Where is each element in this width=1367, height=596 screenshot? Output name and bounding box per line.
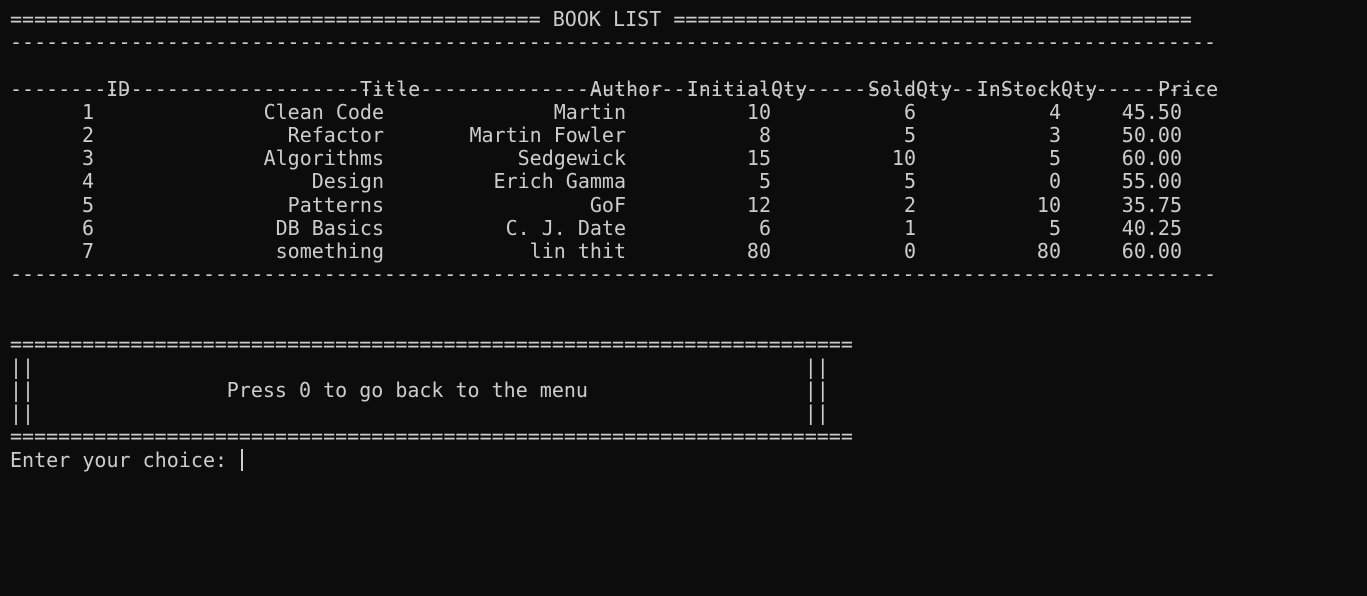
cell-author: C. J. Date	[505, 215, 626, 240]
cell-title: Patterns	[287, 192, 384, 217]
choice-prompt[interactable]: Enter your choice:	[10, 447, 1367, 472]
choice-prompt-label: Enter your choice:	[10, 447, 240, 472]
cell-initial-qty: 80	[746, 238, 771, 263]
book-list-title-line: ========================================…	[10, 7, 1192, 31]
cell-price: 55.00	[1121, 169, 1182, 194]
cell-in-stock-qty: 0	[1048, 169, 1061, 194]
cell-price: 50.00	[1121, 122, 1182, 147]
cell-sold-qty: 1	[903, 215, 916, 240]
cell-author: Martin	[553, 99, 626, 124]
cell-sold-qty: 5	[903, 122, 916, 147]
cell-title: something	[275, 238, 384, 263]
table-row: 1 Clean Code Martin 10 6 4 45.50	[10, 99, 1367, 124]
cell-in-stock-qty: 4	[1048, 99, 1061, 124]
cell-title: Algorithms	[263, 146, 384, 171]
cell-price: 40.25	[1121, 215, 1182, 240]
cell-sold-qty: 2	[903, 192, 916, 217]
table-row: 6 DB Basics C. J. Date 6 1 5 40.25	[10, 215, 1367, 240]
cell-price: 60.00	[1121, 238, 1182, 263]
cell-author: Martin Fowler	[469, 122, 626, 147]
cell-id: 4	[81, 169, 94, 194]
table-top-divider: ----------------------------------------…	[10, 30, 1217, 55]
table-row: 4 Design Erich Gamma 5 5 0 55.00	[10, 170, 1367, 193]
cell-id: 6	[81, 215, 94, 240]
terminal-window[interactable]: ========================================…	[0, 0, 1367, 596]
table-row: 7 something lin thit 80 0 80 60.00	[10, 238, 1367, 263]
cell-title: Clean Code	[263, 99, 384, 124]
cell-price: 35.75	[1121, 192, 1182, 217]
cell-in-stock-qty: 80	[1036, 238, 1061, 263]
menu-box-top-border: ========================================…	[10, 331, 853, 356]
cell-initial-qty: 15	[746, 146, 771, 171]
menu-box: ========================================…	[10, 331, 1367, 449]
cell-author: Sedgewick	[517, 146, 626, 171]
cell-id: 2	[81, 122, 94, 147]
cell-sold-qty: 10	[891, 146, 916, 171]
cell-in-stock-qty: 3	[1048, 122, 1061, 147]
menu-box-message: || Press 0 to go back to the menu ||	[10, 378, 829, 402]
cell-title: DB Basics	[275, 215, 384, 240]
cell-sold-qty: 0	[903, 238, 916, 263]
cell-initial-qty: 5	[758, 169, 771, 194]
cell-author: GoF	[589, 192, 626, 217]
cell-initial-qty: 8	[758, 122, 771, 147]
cell-id: 5	[81, 192, 94, 217]
cell-price: 45.50	[1121, 99, 1182, 124]
cell-price: 60.00	[1121, 146, 1182, 171]
table-header-divider: ----------------------------------------…	[10, 76, 1217, 101]
cell-in-stock-qty: 5	[1048, 215, 1061, 240]
table-body: 1 Clean Code Martin 10 6 4 45.50 2 Refactor Mart…	[10, 99, 1367, 263]
cell-author: lin thit	[529, 238, 626, 263]
cell-in-stock-qty: 5	[1048, 146, 1061, 171]
cell-id: 7	[81, 238, 94, 263]
table-header-row: ID Title Author InitialQty SoldQty InStockQty…	[10, 54, 1367, 100]
cell-initial-qty: 10	[746, 99, 771, 124]
table-row: 3 Algorithms Sedgewick 15 10 5 60.00	[10, 146, 1367, 171]
cell-sold-qty: 6	[903, 99, 916, 124]
menu-box-side-line: || ||	[10, 354, 829, 379]
cell-initial-qty: 12	[746, 192, 771, 217]
menu-box-bottom-border: ========================================…	[10, 424, 853, 449]
cell-title: Design	[311, 169, 384, 194]
text-cursor	[241, 448, 244, 471]
menu-box-side-line: || ||	[10, 401, 829, 426]
cell-in-stock-qty: 10	[1036, 192, 1061, 217]
cell-id: 3	[81, 146, 94, 171]
cell-title: Refactor	[287, 122, 384, 147]
cell-id: 1	[81, 99, 94, 124]
table-row: 2 Refactor Martin Fowler 8 5 3 50.00	[10, 122, 1367, 147]
cell-sold-qty: 5	[903, 169, 916, 194]
table-bottom-divider: ----------------------------------------…	[10, 262, 1217, 287]
cell-author: Erich Gamma	[493, 169, 626, 194]
cell-initial-qty: 6	[758, 215, 771, 240]
table-row: 5 Patterns GoF 12 2 10 35.75	[10, 192, 1367, 217]
